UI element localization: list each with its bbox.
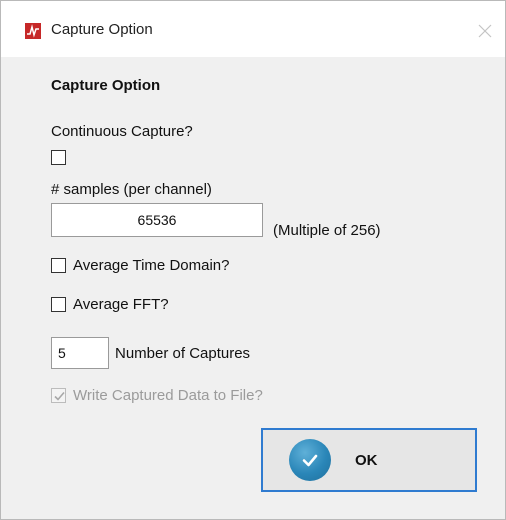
average-time-domain-label: Average Time Domain? xyxy=(73,257,230,274)
close-icon xyxy=(478,24,492,38)
group-heading: Capture Option xyxy=(51,77,161,94)
ok-checkmark-badge xyxy=(289,439,331,481)
continuous-capture-label: Continuous Capture? xyxy=(51,123,193,140)
continuous-capture-checkbox[interactable] xyxy=(51,150,66,165)
write-to-file-label: Write Captured Data to File? xyxy=(73,387,263,404)
dialog-content: Capture Option Continuous Capture? # sam… xyxy=(1,57,505,519)
close-button[interactable] xyxy=(465,11,505,51)
capture-option-dialog: Capture Option Capture Option Continuous… xyxy=(0,0,506,520)
checkmark-icon xyxy=(54,391,65,401)
waveform-app-icon xyxy=(25,23,41,39)
samples-hint: (Multiple of 256) xyxy=(273,222,381,239)
ok-button-label: OK xyxy=(355,451,378,469)
ok-button[interactable]: OK xyxy=(261,428,477,492)
title-bar: Capture Option xyxy=(1,1,505,57)
write-to-file-checkbox[interactable] xyxy=(51,388,66,403)
number-of-captures-input[interactable] xyxy=(51,337,109,369)
checkmark-icon xyxy=(302,454,318,467)
average-fft-label: Average FFT? xyxy=(73,296,169,313)
average-fft-checkbox[interactable] xyxy=(51,297,66,312)
average-time-domain-checkbox[interactable] xyxy=(51,258,66,273)
capture-option-group: Capture Option Continuous Capture? # sam… xyxy=(39,65,479,510)
number-of-captures-label: Number of Captures xyxy=(115,345,251,362)
samples-input[interactable] xyxy=(51,203,263,237)
window-title: Capture Option xyxy=(51,21,153,38)
samples-label: # samples (per channel) xyxy=(51,181,212,198)
